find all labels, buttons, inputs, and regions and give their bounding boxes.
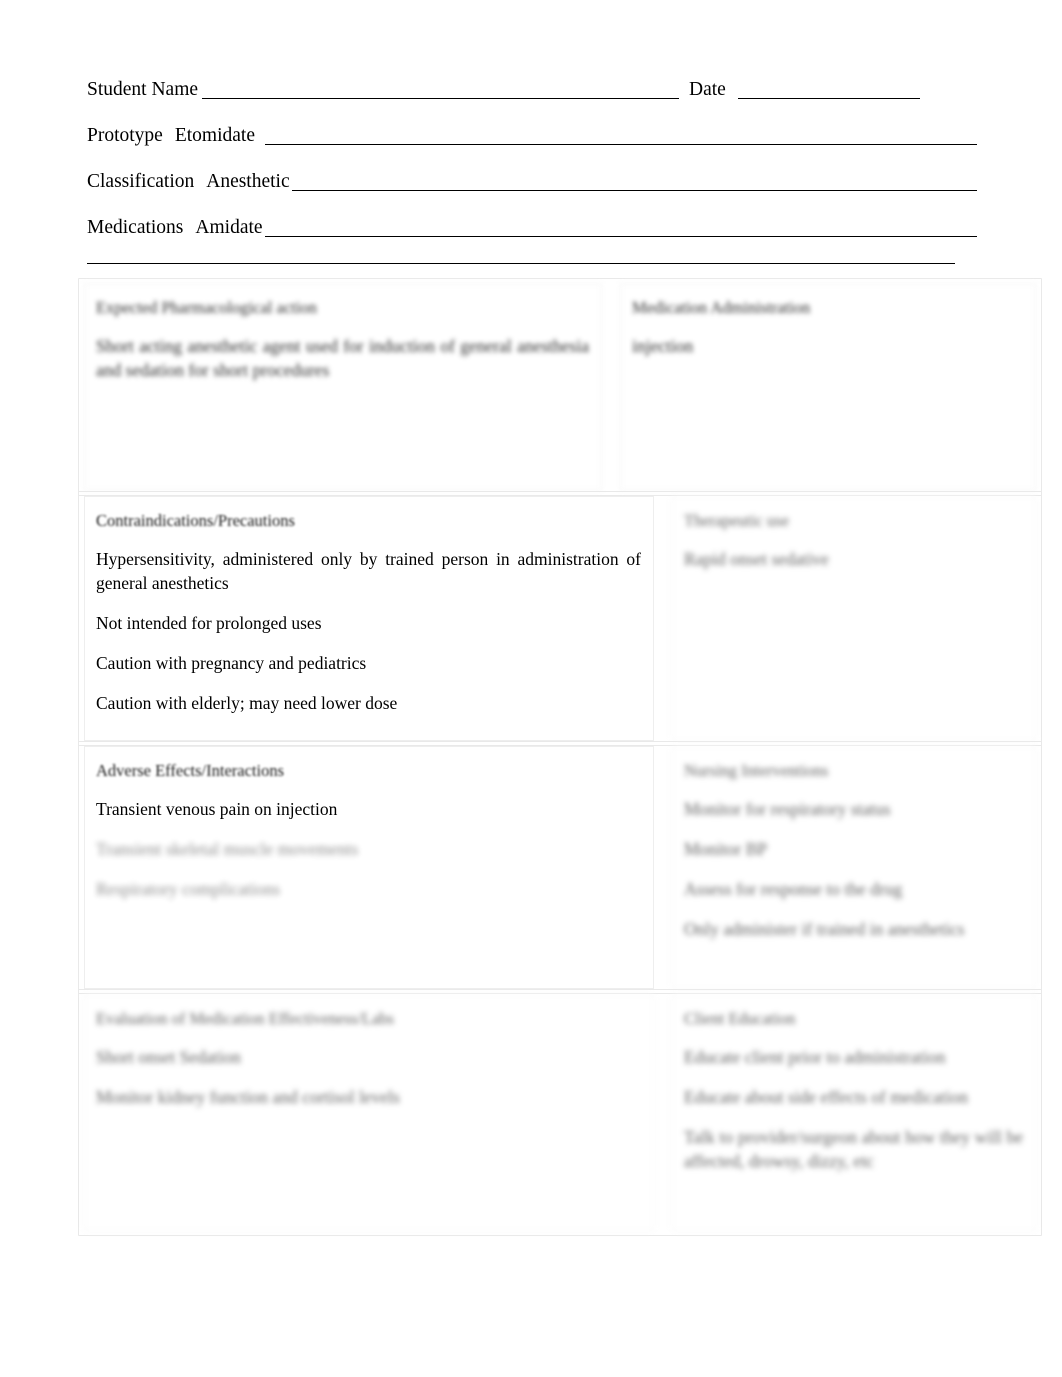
cell-title: Medication Administration [632,298,811,317]
cell-body-line: Transient skeletal muscle movements [96,839,359,859]
cell-body-line: Transient venous pain on injection [96,799,338,819]
cell-title: Client Education [684,1009,796,1028]
column-gap [654,496,672,741]
cell-body-line: Talk to provider/surgeon about how they … [684,1127,1023,1171]
cell-client-education[interactable]: Client Education Educate client prior to… [672,994,1036,1231]
classification-row: Classification Anesthetic [87,147,977,193]
student-name-row: Student Name Date [87,55,977,101]
cell-title: Nursing Interventions [684,761,829,780]
medications-row: Medications Amidate [87,193,977,239]
cell-title: Adverse Effects/Interactions [96,761,284,780]
table-row: Contraindications/Precautions Hypersensi… [78,491,1042,746]
date-label: Date [689,79,726,100]
cell-body-line: Educate client prior to administration [684,1047,946,1067]
cell-title: Expected Pharmacological action [96,298,317,317]
cell-title: Contraindications/Precautions [96,511,295,530]
column-gap [602,283,620,491]
cell-nursing-interventions[interactable]: Nursing Interventions Monitor for respir… [672,746,1036,989]
student-name-label: Student Name [87,79,199,100]
cell-body-line: Caution with elderly; may need lower dos… [96,693,398,713]
cell-body-line: Assess for response to the drug [684,879,903,899]
cell-body-line: Caution with pregnancy and pediatrics [96,653,367,673]
cell-evaluation-of-medication-effectiveness[interactable]: Evaluation of Medication Effectiveness/L… [84,994,654,1231]
classification-label: Classification [87,171,195,192]
table-row: Evaluation of Medication Effectiveness/L… [78,989,1042,1236]
column-gap [654,746,672,989]
prototype-value[interactable]: Etomidate [175,125,257,147]
cell-body-line: Only administer if trained in anesthetic… [684,919,965,939]
cell-body-line: Monitor for respiratory status [684,799,891,819]
cell-contraindications-precautions[interactable]: Contraindications/Precautions Hypersensi… [84,496,654,741]
cell-title: Evaluation of Medication Effectiveness/L… [96,1009,394,1028]
cell-adverse-effects-interactions[interactable]: Adverse Effects/Interactions Transient v… [84,746,654,989]
cell-therapeutic-use[interactable]: Therapeutic use Rapid onset sedative [672,496,1036,741]
cell-body-line: Monitor kidney function and cortisol lev… [96,1087,400,1107]
date-field[interactable] [737,81,920,99]
cell-expected-pharmacological-action[interactable]: Expected Pharmacological action Short ac… [84,283,602,491]
cell-title: Therapeutic use [684,511,789,530]
student-name-field[interactable] [202,81,680,99]
medications-value[interactable]: Amidate [195,217,264,239]
cell-body-line: Not intended for prolonged uses [96,613,322,633]
cell-body-line: Educate about side effects of medication [684,1087,968,1107]
classification-value[interactable]: Anesthetic [206,171,291,193]
table-row: Adverse Effects/Interactions Transient v… [78,741,1042,994]
cell-body-line: Rapid onset sedative [684,549,829,569]
cell-body-line: Respiratory complications [96,879,281,899]
medications-field[interactable] [264,219,977,237]
worksheet-page: Student Name Date Prototype Etomidate Cl… [0,0,1062,1377]
medication-card-table: Expected Pharmacological action Short ac… [78,278,1042,1236]
cell-medication-administration[interactable]: Medication Administration injection [620,283,1036,491]
cell-body-line: Short onset Sedation [96,1047,241,1067]
prototype-field[interactable] [265,127,977,145]
column-gap [654,994,672,1231]
cell-body-line: Monitor BP [684,839,768,859]
table-row: Expected Pharmacological action Short ac… [78,278,1042,496]
extra-blank-rule[interactable] [87,243,955,264]
classification-field[interactable] [291,173,977,191]
prototype-row: Prototype Etomidate [87,101,977,147]
form-header: Student Name Date Prototype Etomidate Cl… [87,55,977,239]
prototype-label: Prototype [87,125,163,146]
cell-body-line: Short acting anesthetic agent used for i… [96,336,589,380]
medications-label: Medications [87,217,184,238]
cell-body-line: injection [632,336,694,356]
cell-body-line: Hypersensitivity, administered only by t… [96,549,641,593]
